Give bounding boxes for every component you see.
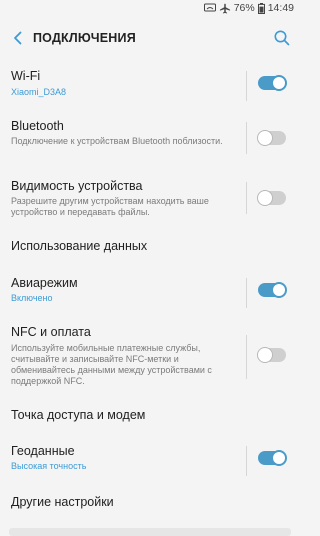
toggle-knob (257, 347, 273, 363)
divider (246, 278, 247, 308)
nfc-label: NFC и оплата (11, 325, 91, 339)
nfc-toggle[interactable] (257, 347, 286, 363)
divider (246, 446, 247, 476)
setting-device-visibility[interactable]: Видимость устройства Разрешите другим ус… (0, 174, 300, 224)
bluetooth-label: Bluetooth (11, 119, 64, 133)
status-bar: 76% 14:49 (0, 0, 300, 17)
divider (246, 335, 247, 379)
bluetooth-description: Подключение к устройствам Bluetooth побл… (11, 136, 223, 146)
wifi-label: Wi-Fi (11, 69, 41, 83)
toggle-knob (271, 282, 287, 298)
toggle-knob (257, 190, 273, 206)
toggle-knob (257, 130, 273, 146)
bluetooth-toggle[interactable] (257, 130, 286, 146)
airplane-status: Включено (11, 293, 53, 303)
setting-bluetooth[interactable]: Bluetooth Подключение к устройствам Blue… (0, 114, 300, 164)
hotspot-label: Точка доступа и модем (11, 408, 146, 422)
data-usage-label: Использование данных (11, 239, 148, 253)
nfc-description: Используйте мобильные платежные службы, … (11, 343, 212, 386)
setting-airplane-mode[interactable]: Авиарежим Включено (0, 270, 300, 316)
wifi-toggle[interactable] (258, 75, 287, 91)
divider (246, 122, 247, 154)
search-icon (272, 30, 292, 52)
toggle-knob (271, 450, 287, 466)
search-button[interactable] (272, 28, 292, 48)
battery-icon (257, 2, 265, 14)
setting-wifi[interactable]: Wi-Fi Xiaomi_D3A8 (0, 63, 300, 109)
bottom-card-edge (9, 528, 291, 536)
airplane-label: Авиарежим (11, 276, 78, 290)
chevron-left-icon (8, 31, 28, 52)
setting-nfc-payment[interactable]: NFC и оплата Используйте мобильные плате… (0, 319, 300, 391)
location-mode: Высокая точность (11, 461, 87, 471)
more-settings-label: Другие настройки (11, 495, 114, 509)
wifi-network-name: Xiaomi_D3A8 (11, 87, 67, 97)
visibility-toggle[interactable] (257, 190, 286, 206)
setting-more[interactable]: Другие настройки (0, 488, 300, 518)
airplane-icon (219, 2, 231, 14)
app-bar: ПОДКЛЮЧЕНИЯ (0, 17, 300, 59)
divider (246, 71, 247, 101)
location-label: Геоданные (11, 444, 75, 458)
visibility-description: Разрешите другим устройствам находить ва… (11, 196, 209, 217)
status-bar-right: 76% 14:49 (203, 2, 294, 14)
visibility-label: Видимость устройства (11, 179, 143, 193)
page-title: ПОДКЛЮЧЕНИЯ (33, 31, 136, 45)
clock: 14:49 (267, 2, 294, 14)
setting-data-usage[interactable]: Использование данных (0, 232, 300, 262)
divider (246, 182, 247, 214)
screen-mirror-icon (203, 3, 216, 13)
location-toggle[interactable] (258, 450, 287, 466)
setting-location[interactable]: Геоданные Высокая точность (0, 438, 300, 484)
back-button[interactable] (8, 28, 28, 48)
airplane-toggle[interactable] (258, 282, 287, 298)
toggle-knob (271, 75, 287, 91)
setting-hotspot-tethering[interactable]: Точка доступа и модем (0, 401, 300, 431)
battery-percent: 76% (233, 2, 255, 14)
